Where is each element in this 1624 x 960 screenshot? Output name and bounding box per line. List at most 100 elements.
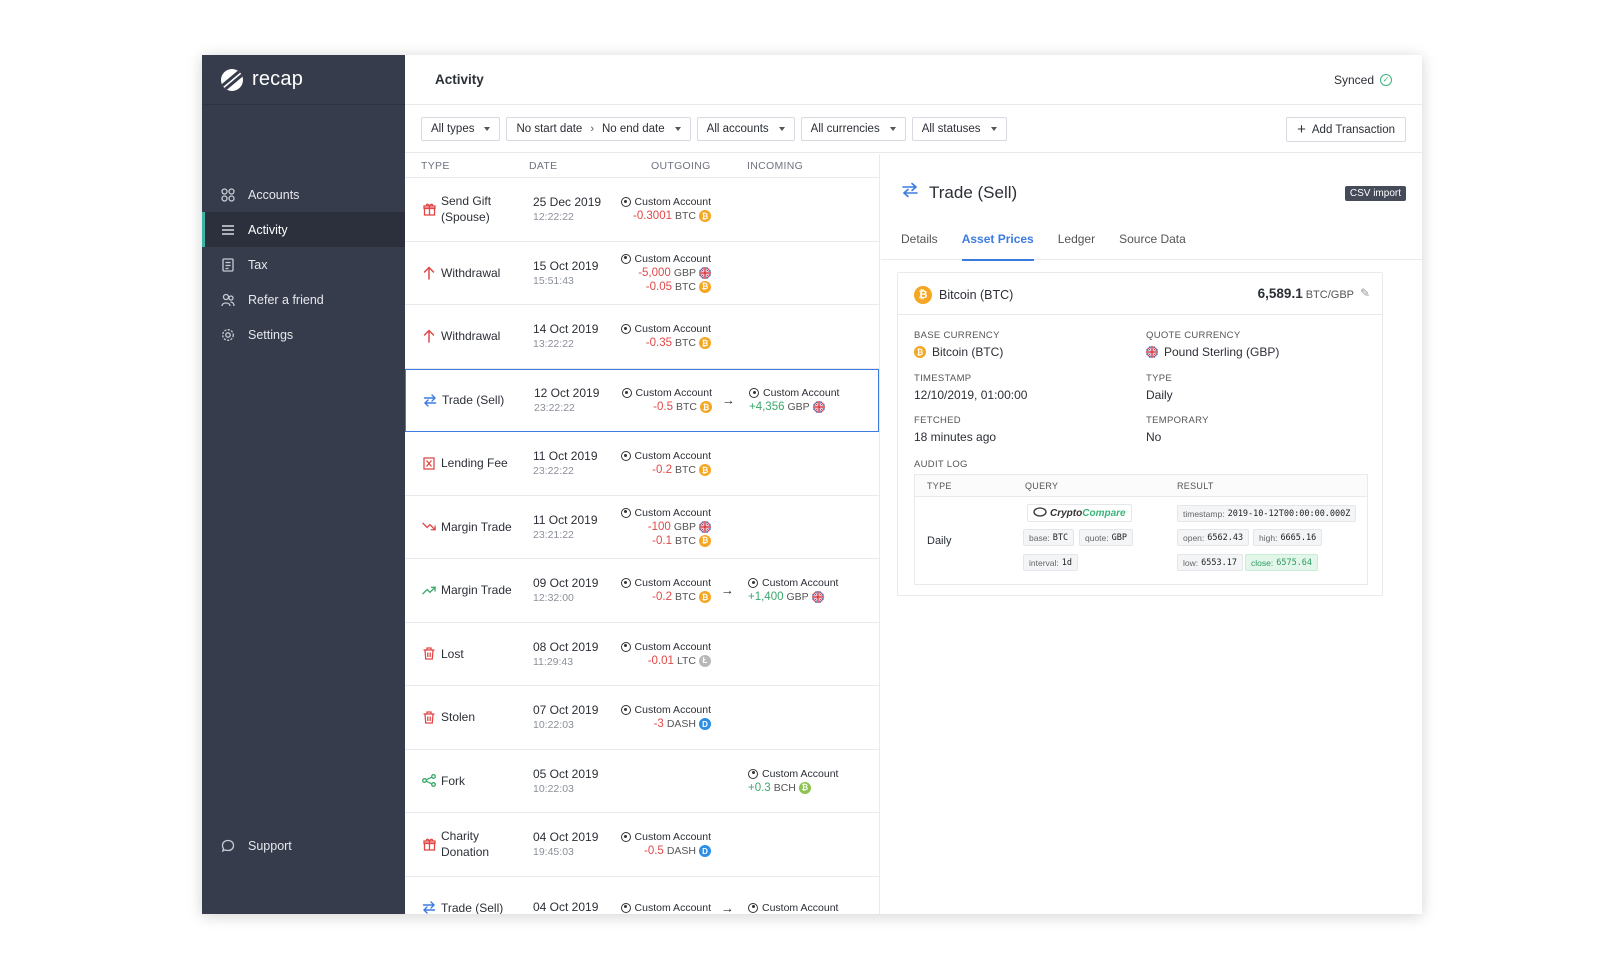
date-value: 12 Oct 2019 — [534, 386, 600, 401]
time-value: 10:22:03 — [533, 719, 574, 732]
tab-details[interactable]: Details — [901, 232, 938, 260]
sidebar-item-refer[interactable]: Refer a friend — [202, 282, 405, 317]
time-value: 15:51:43 — [533, 274, 574, 287]
asset-price-value: 6,589.1 — [1257, 286, 1303, 301]
status-filter[interactable]: All statuses — [911, 116, 1007, 141]
amount: -100 GBP — [611, 520, 711, 533]
audit-type: Daily — [927, 535, 952, 547]
amount: -0.3001 BTC ₿ — [611, 210, 711, 223]
chip-value: 6562.43 — [1207, 532, 1244, 543]
tab-ledger[interactable]: Ledger — [1058, 232, 1095, 260]
base-currency-field: BASE CURRENCY ₿ Bitcoin (BTC) — [914, 330, 1144, 359]
add-transaction-button[interactable]: + Add Transaction — [1286, 117, 1406, 142]
audit-log-table: TYPE QUERY RESULT Daily Crypto Compare ba… — [914, 474, 1368, 585]
user-circle-icon — [620, 641, 631, 652]
tab-asset-prices[interactable]: Asset Prices — [961, 232, 1034, 261]
table-row[interactable]: Trade (Sell) 04 Oct 2019 Custom Account … — [405, 877, 879, 914]
transaction-date: 04 Oct 2019 — [533, 900, 598, 914]
field-label: QUOTE CURRENCY — [1146, 330, 1241, 341]
table-row[interactable]: Stolen 07 Oct 2019 10:22:03 Custom Accou… — [405, 686, 879, 750]
table-row[interactable]: Lending Fee 11 Oct 2019 23:22:22 Custom … — [405, 432, 879, 496]
account-filter[interactable]: All accounts — [696, 116, 795, 141]
sidebar-item-accounts[interactable]: Accounts — [202, 177, 405, 212]
sidebar-item-label: Tax — [248, 257, 268, 272]
user-circle-icon — [748, 578, 758, 589]
outgoing-leg: Custom Account -5,000 GBP -0.05 BTC ₿ — [611, 253, 711, 293]
transaction-list: TYPE DATE OUTGOING INCOMING Send Gift (S… — [405, 154, 880, 914]
amount-currency: BTC — [675, 210, 696, 223]
table-row[interactable]: Charity Donation 04 Oct 2019 19:45:03 Cu… — [405, 813, 879, 877]
user-circle-icon — [748, 902, 758, 913]
table-row[interactable]: Lost 08 Oct 2019 11:29:43 Custom Account… — [405, 623, 879, 686]
swap-icon — [422, 901, 436, 914]
amount: -0.5 BTC ₿ — [612, 401, 712, 414]
table-row[interactable]: Send Gift (Spouse) 25 Dec 2019 12:22:22 … — [405, 178, 879, 242]
amount: -0.5 DASH D — [611, 845, 711, 858]
swap-icon — [901, 182, 919, 203]
sidebar-item-settings[interactable]: Settings — [202, 317, 405, 352]
sidebar-nav: Accounts Activity Tax Refer a friend Set… — [202, 177, 405, 352]
date-value: 09 Oct 2019 — [533, 576, 599, 591]
date-value: 04 Oct 2019 — [533, 830, 599, 845]
chip-key: close: — [1251, 557, 1274, 568]
table-row[interactable]: Withdrawal 15 Oct 2019 15:51:43 Custom A… — [405, 242, 879, 305]
audit-log-header: TYPE QUERY RESULT — [915, 475, 1367, 497]
query-interval-chip: interval: 1d — [1023, 554, 1079, 571]
type-filter[interactable]: All types — [421, 116, 501, 141]
asset-price-pair: BTC/GBP — [1305, 289, 1354, 301]
arrow-up-icon — [422, 266, 436, 280]
account-name: Custom Account — [634, 901, 711, 914]
bitcoin-icon: ₿ — [699, 210, 711, 223]
top-bar: Activity Synced ✓ — [405, 55, 1422, 105]
time-value: 13:22:22 — [533, 338, 574, 351]
cryptocompare-logo: Crypto Compare — [1027, 504, 1132, 522]
transaction-date: 12 Oct 2019 23:22:22 — [534, 386, 599, 414]
transaction-date: 04 Oct 2019 19:45:03 — [533, 830, 598, 858]
amount: +1,400 GBP — [748, 591, 838, 604]
tab-source-data[interactable]: Source Data — [1119, 232, 1186, 260]
date-value: 05 Oct 2019 — [533, 766, 599, 781]
amount-value: -0.1 — [652, 534, 672, 547]
list-rows: Send Gift (Spouse) 25 Dec 2019 12:22:22 … — [405, 178, 879, 914]
outgoing-leg: Custom Account -0.01 LTC Ł — [611, 641, 711, 667]
field-label: TYPE — [1146, 373, 1173, 384]
table-row[interactable]: Margin Trade 09 Oct 2019 12:32:00 Custom… — [405, 559, 879, 623]
user-circle-icon — [749, 388, 759, 399]
asset-name: ₿ Bitcoin (BTC) — [914, 286, 1013, 304]
amount-value: +4,356 — [749, 401, 785, 414]
sidebar-item-activity[interactable]: Activity — [202, 212, 405, 247]
filter-bar: All types No start date › No end date All … — [405, 105, 1422, 153]
table-row[interactable]: Fork 05 Oct 2019 10:22:03 Custom Account… — [405, 750, 879, 813]
currency-filter[interactable]: All currencies — [800, 116, 906, 141]
time-value: 11:29:43 — [533, 655, 574, 668]
detail-title-label: Trade (Sell) — [929, 182, 1018, 202]
swap-icon — [423, 393, 437, 407]
table-row[interactable]: Withdrawal 14 Oct 2019 13:22:22 Custom A… — [405, 305, 879, 369]
sidebar-item-label: Refer a friend — [248, 292, 324, 307]
table-row[interactable]: Trade (Sell) 12 Oct 2019 23:22:22 Custom… — [405, 368, 879, 432]
support-link[interactable]: Support — [220, 838, 292, 854]
detail-title: Trade (Sell) — [901, 182, 1017, 203]
brand[interactable]: recap — [202, 55, 405, 105]
transaction-date: 09 Oct 2019 12:32:00 — [533, 576, 598, 604]
outgoing-leg: Custom Account — [611, 902, 711, 914]
chip-value: GBP — [1111, 532, 1127, 543]
amount-value: -3 — [653, 718, 664, 731]
trend-down-icon — [422, 520, 436, 534]
user-circle-icon — [620, 832, 631, 843]
date-range-filter[interactable]: No start date › No end date — [506, 116, 691, 141]
asset-price-card: ₿ Bitcoin (BTC) 6,589.1 BTC/GBP ✎ BASE CU… — [897, 272, 1383, 596]
sidebar-item-tax[interactable]: Tax — [202, 247, 405, 282]
currency-filter-label: All currencies — [810, 122, 880, 135]
amount: -0.2 BTC ₿ — [611, 591, 711, 604]
edit-pencil-icon[interactable]: ✎ — [1360, 286, 1370, 300]
bitcoin-icon: ₿ — [699, 591, 711, 604]
asset-name-label: Bitcoin (BTC) — [939, 288, 1014, 302]
arrow-right-icon: → — [721, 582, 734, 598]
account: Custom Account — [611, 831, 711, 843]
chip-key: base: — [1029, 532, 1050, 543]
transaction-date: 05 Oct 2019 10:22:03 — [533, 767, 598, 795]
account-name: Custom Account — [763, 387, 840, 400]
transaction-type: Trade (Sell) — [441, 900, 504, 914]
table-row[interactable]: Margin Trade 11 Oct 2019 23:21:22 Custom… — [405, 496, 879, 559]
